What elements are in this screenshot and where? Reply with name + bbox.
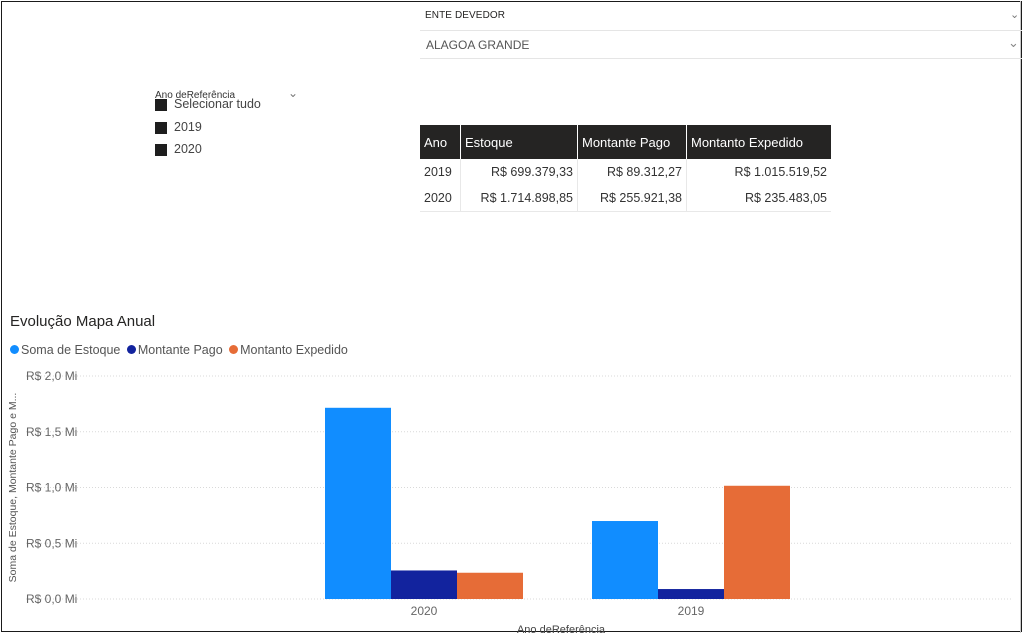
legend-label: Montanto Expedido [240, 343, 348, 357]
x-tick-label: 2020 [411, 604, 438, 618]
y-tick-label: R$ 2,0 Mi [26, 369, 77, 383]
legend-dot-icon [229, 345, 239, 354]
legend-label: Montante Pago [137, 343, 223, 357]
bar-2019-1[interactable] [658, 589, 724, 599]
y-tick-label: R$ 1,0 Mi [26, 481, 77, 495]
table-cell: R$ 1.714.898,85 [460, 185, 578, 212]
legend-dot-icon [126, 345, 136, 354]
table-cell: R$ 235.483,05 [686, 185, 831, 212]
chevron-down-icon[interactable]: ⌄ [288, 86, 298, 100]
ente-devedor-slicer: ENTE DEVEDOR ⌄ ALAGOA GRANDE ⌄ [420, 6, 1022, 64]
checkbox-checked-icon[interactable] [155, 122, 167, 134]
x-tick-label: 2019 [678, 604, 705, 618]
ano-referencia-slicer: Ano deReferência ⌄ Selecionar tudo 2019 … [150, 86, 310, 166]
table-cell: 2019 [420, 159, 461, 185]
table-cell: R$ 255.921,38 [577, 185, 687, 212]
column-header-ano[interactable]: Ano [420, 125, 461, 159]
table-cell: R$ 89.312,27 [577, 159, 687, 185]
table-cell: 2020 [420, 185, 461, 212]
y-tick-label: R$ 0,0 Mi [26, 592, 77, 606]
y-axis-title: Soma de Estoque, Montante Pago e M... [7, 393, 19, 583]
slicer-item-label: Selecionar tudo [174, 97, 261, 111]
bar-2020-1[interactable] [391, 570, 457, 599]
ente-devedor-selected-value: ALAGOA GRANDE [426, 38, 530, 52]
table-cell: R$ 1.015.519,52 [734, 165, 827, 179]
table-row: 2020 R$ 1.714.898,85 R$ 255.921,38 R$ 23… [420, 185, 831, 212]
table-row: 2019 R$ 699.379,33 R$ 89.312,27 R$ 1.015… [420, 159, 831, 185]
legend-dot-icon [10, 345, 19, 354]
x-axis-title: Ano deReferência [517, 624, 606, 635]
chevron-down-icon[interactable]: ⌄ [1008, 35, 1019, 51]
frame-divider [1020, 1, 1021, 633]
slicer-item-label: 2019 [174, 120, 202, 134]
legend-item-estoque[interactable]: Soma de Estoque [10, 343, 120, 357]
y-tick-label: R$ 0,5 Mi [26, 536, 77, 550]
column-header-montanto-expedido[interactable]: Montanto Expedido [686, 125, 831, 159]
chevron-down-icon[interactable]: ⌄ [1010, 8, 1019, 21]
summary-table: Ano Estoque Montante Pago Montanto Exped… [420, 125, 831, 212]
bar-2020-2[interactable] [457, 572, 523, 599]
table-cell: R$ 699.379,33 [460, 159, 578, 185]
column-header-estoque[interactable]: Estoque [460, 125, 578, 159]
y-tick-label: R$ 1,5 Mi [26, 425, 77, 439]
bar-2020-0[interactable] [325, 407, 391, 599]
legend-item-montanto-expedido[interactable]: Montanto Expedido [229, 343, 348, 357]
ente-devedor-dropdown[interactable]: ALAGOA GRANDE ⌄ [420, 30, 1022, 59]
chart-title: Evolução Mapa Anual [10, 313, 156, 330]
bar-2019-2[interactable] [724, 485, 790, 599]
bar-2019-0[interactable] [592, 521, 658, 599]
legend-item-montante-pago[interactable]: Montante Pago [126, 343, 223, 357]
legend-label: Soma de Estoque [21, 343, 121, 357]
clustered-bar-chart: R$ 0,0 Mi R$ 0,5 Mi R$ 1,0 Mi R$ 1,5 Mi R$ 2… [7, 369, 1012, 635]
slicer-item-label: 2020 [174, 142, 202, 156]
chart-legend: Soma de Estoque Montante Pago Montanto E… [10, 343, 351, 357]
checkbox-checked-icon[interactable] [155, 99, 167, 111]
ente-devedor-title: ENTE DEVEDOR [425, 10, 506, 21]
table-header-row: Ano Estoque Montante Pago Montanto Exped… [420, 125, 831, 159]
checkbox-checked-icon[interactable] [155, 144, 167, 156]
column-header-montante-pago[interactable]: Montante Pago [577, 125, 687, 159]
